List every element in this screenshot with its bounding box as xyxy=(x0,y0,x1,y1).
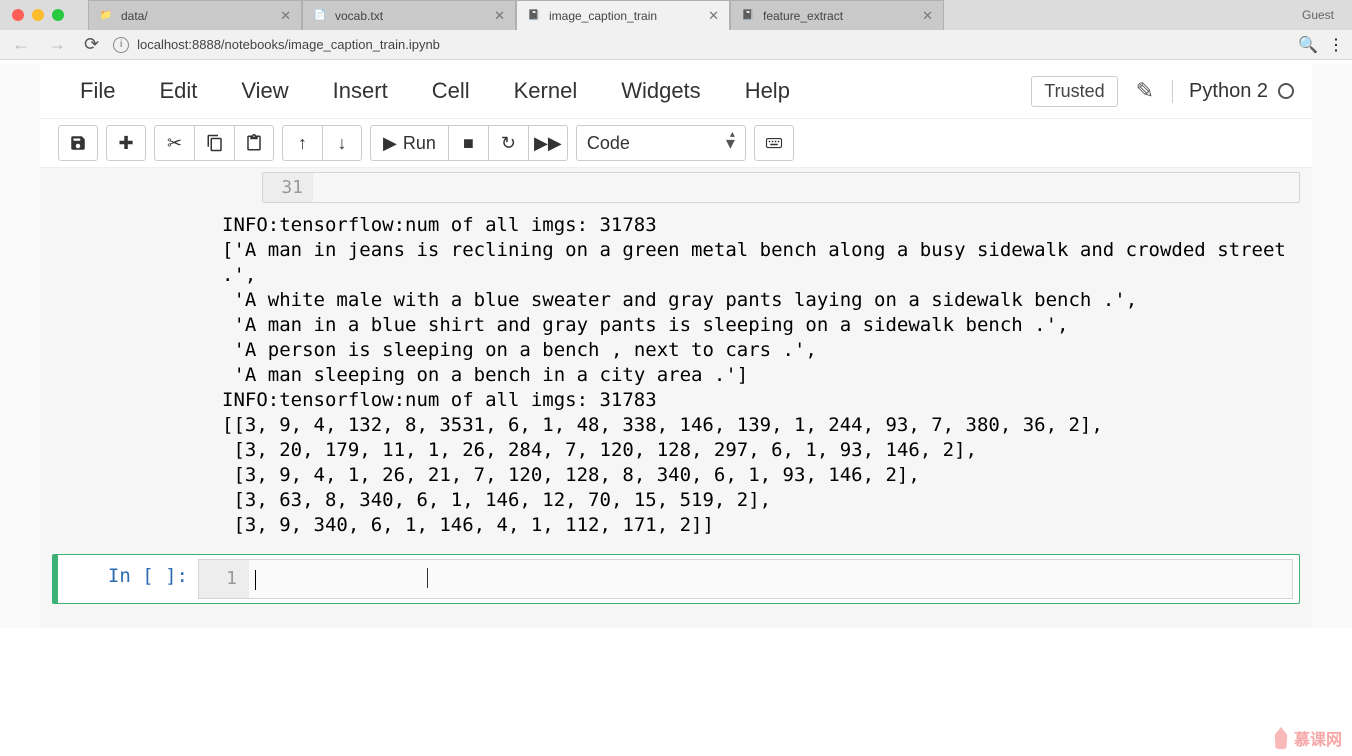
url-text: localhost:8888/notebooks/image_caption_t… xyxy=(137,37,440,52)
maximize-window-button[interactable] xyxy=(52,9,64,21)
notebook-icon: 📓 xyxy=(527,9,541,23)
copy-button[interactable] xyxy=(194,125,234,161)
menu-icon[interactable]: ⋮ xyxy=(1328,35,1344,55)
add-cell-button[interactable]: ✚ xyxy=(106,125,146,161)
line-number: 31 xyxy=(263,173,313,202)
kernel-name: Python 2 xyxy=(1189,80,1268,103)
tab-image-caption-train[interactable]: 📓 image_caption_train ✕ xyxy=(516,0,730,30)
move-up-button[interactable]: ↑ xyxy=(282,125,322,161)
run-label: Run xyxy=(403,133,436,154)
previous-code-cell-fragment[interactable]: 31 xyxy=(262,172,1300,203)
info-icon[interactable]: i xyxy=(113,37,129,53)
tab-label: vocab.txt xyxy=(335,9,488,23)
minimize-window-button[interactable] xyxy=(32,9,44,21)
browser-tab-bar: 📁 data/ ✕ 📄 vocab.txt ✕ 📓 image_caption_… xyxy=(0,0,1352,30)
guest-label: Guest xyxy=(1302,8,1334,22)
cell-output: INFO:tensorflow:num of all imgs: 31783 [… xyxy=(40,209,1312,548)
keyboard-icon xyxy=(765,134,783,152)
zoom-icon[interactable]: 🔍 xyxy=(1298,35,1318,55)
window-controls xyxy=(0,9,76,21)
line-number: 1 xyxy=(199,560,249,598)
cell-type-select[interactable]: Code xyxy=(576,125,746,161)
cell-type-value: Code xyxy=(587,133,630,154)
save-button[interactable] xyxy=(58,125,98,161)
back-button[interactable]: ← xyxy=(8,34,34,55)
save-icon xyxy=(69,134,87,152)
tab-label: feature_extract xyxy=(763,9,916,23)
url-field[interactable]: i localhost:8888/notebooks/image_caption… xyxy=(113,37,1288,53)
forward-button[interactable]: → xyxy=(44,34,70,55)
notebook-icon: 📓 xyxy=(741,9,755,23)
menu-widgets[interactable]: Widgets xyxy=(599,70,722,112)
trusted-badge[interactable]: Trusted xyxy=(1031,76,1117,107)
address-bar: ← → ⟳ i localhost:8888/notebooks/image_c… xyxy=(0,30,1352,60)
jupyter-toolbar: ✚ ✂ ↑ ↓ ▶ Run ■ ↻ ▶▶ Code xyxy=(40,119,1312,168)
restart-run-all-button[interactable]: ▶▶ xyxy=(528,125,568,161)
reload-button[interactable]: ⟳ xyxy=(80,34,103,55)
code-editor[interactable]: 1 xyxy=(198,559,1293,599)
tab-feature-extract[interactable]: 📓 feature_extract ✕ xyxy=(730,0,944,30)
close-icon[interactable]: ✕ xyxy=(274,8,291,24)
move-down-button[interactable]: ↓ xyxy=(322,125,362,161)
jupyter-menubar: File Edit View Insert Cell Kernel Widget… xyxy=(40,64,1312,119)
active-input-cell[interactable]: In [ ]: 1 xyxy=(52,554,1300,604)
edit-icon[interactable]: ✎ xyxy=(1136,78,1154,104)
menu-edit[interactable]: Edit xyxy=(137,70,219,112)
cut-button[interactable]: ✂ xyxy=(154,125,194,161)
jupyter-container: File Edit View Insert Cell Kernel Widget… xyxy=(0,64,1352,628)
menu-cell[interactable]: Cell xyxy=(410,70,492,112)
close-window-button[interactable] xyxy=(12,9,24,21)
file-icon: 📄 xyxy=(313,9,327,23)
paste-button[interactable] xyxy=(234,125,274,161)
folder-icon: 📁 xyxy=(99,9,113,23)
flame-icon xyxy=(1272,727,1290,749)
close-icon[interactable]: ✕ xyxy=(916,8,933,24)
previous-cell-area: 31 xyxy=(40,168,1312,203)
command-palette-button[interactable] xyxy=(754,125,794,161)
menu-file[interactable]: File xyxy=(58,70,137,112)
kernel-status-icon xyxy=(1278,83,1294,99)
kernel-indicator[interactable]: Python 2 xyxy=(1172,80,1294,103)
menu-help[interactable]: Help xyxy=(723,70,812,112)
editor-area[interactable] xyxy=(249,560,1292,598)
watermark: 慕课网 xyxy=(1272,726,1342,750)
menu-view[interactable]: View xyxy=(219,70,310,112)
input-prompt: In [ ]: xyxy=(58,555,198,603)
close-icon[interactable]: ✕ xyxy=(702,8,719,24)
run-button[interactable]: ▶ Run xyxy=(370,125,448,161)
interrupt-button[interactable]: ■ xyxy=(448,125,488,161)
menu-kernel[interactable]: Kernel xyxy=(492,70,600,112)
tab-data[interactable]: 📁 data/ ✕ xyxy=(88,0,302,30)
text-cursor xyxy=(255,570,256,590)
paste-icon xyxy=(245,134,263,152)
notebook-area: 31 INFO:tensorflow:num of all imgs: 3178… xyxy=(40,168,1312,628)
close-icon[interactable]: ✕ xyxy=(488,8,505,24)
run-icon: ▶ xyxy=(383,133,397,154)
tabs: 📁 data/ ✕ 📄 vocab.txt ✕ 📓 image_caption_… xyxy=(88,0,944,30)
tab-label: image_caption_train xyxy=(549,9,702,23)
watermark-text: 慕课网 xyxy=(1294,726,1342,750)
secondary-cursor xyxy=(427,568,428,588)
restart-button[interactable]: ↻ xyxy=(488,125,528,161)
tab-vocab[interactable]: 📄 vocab.txt ✕ xyxy=(302,0,516,30)
code-line[interactable] xyxy=(313,173,1299,202)
menu-insert[interactable]: Insert xyxy=(311,70,410,112)
tab-label: data/ xyxy=(121,9,274,23)
copy-icon xyxy=(206,134,224,152)
